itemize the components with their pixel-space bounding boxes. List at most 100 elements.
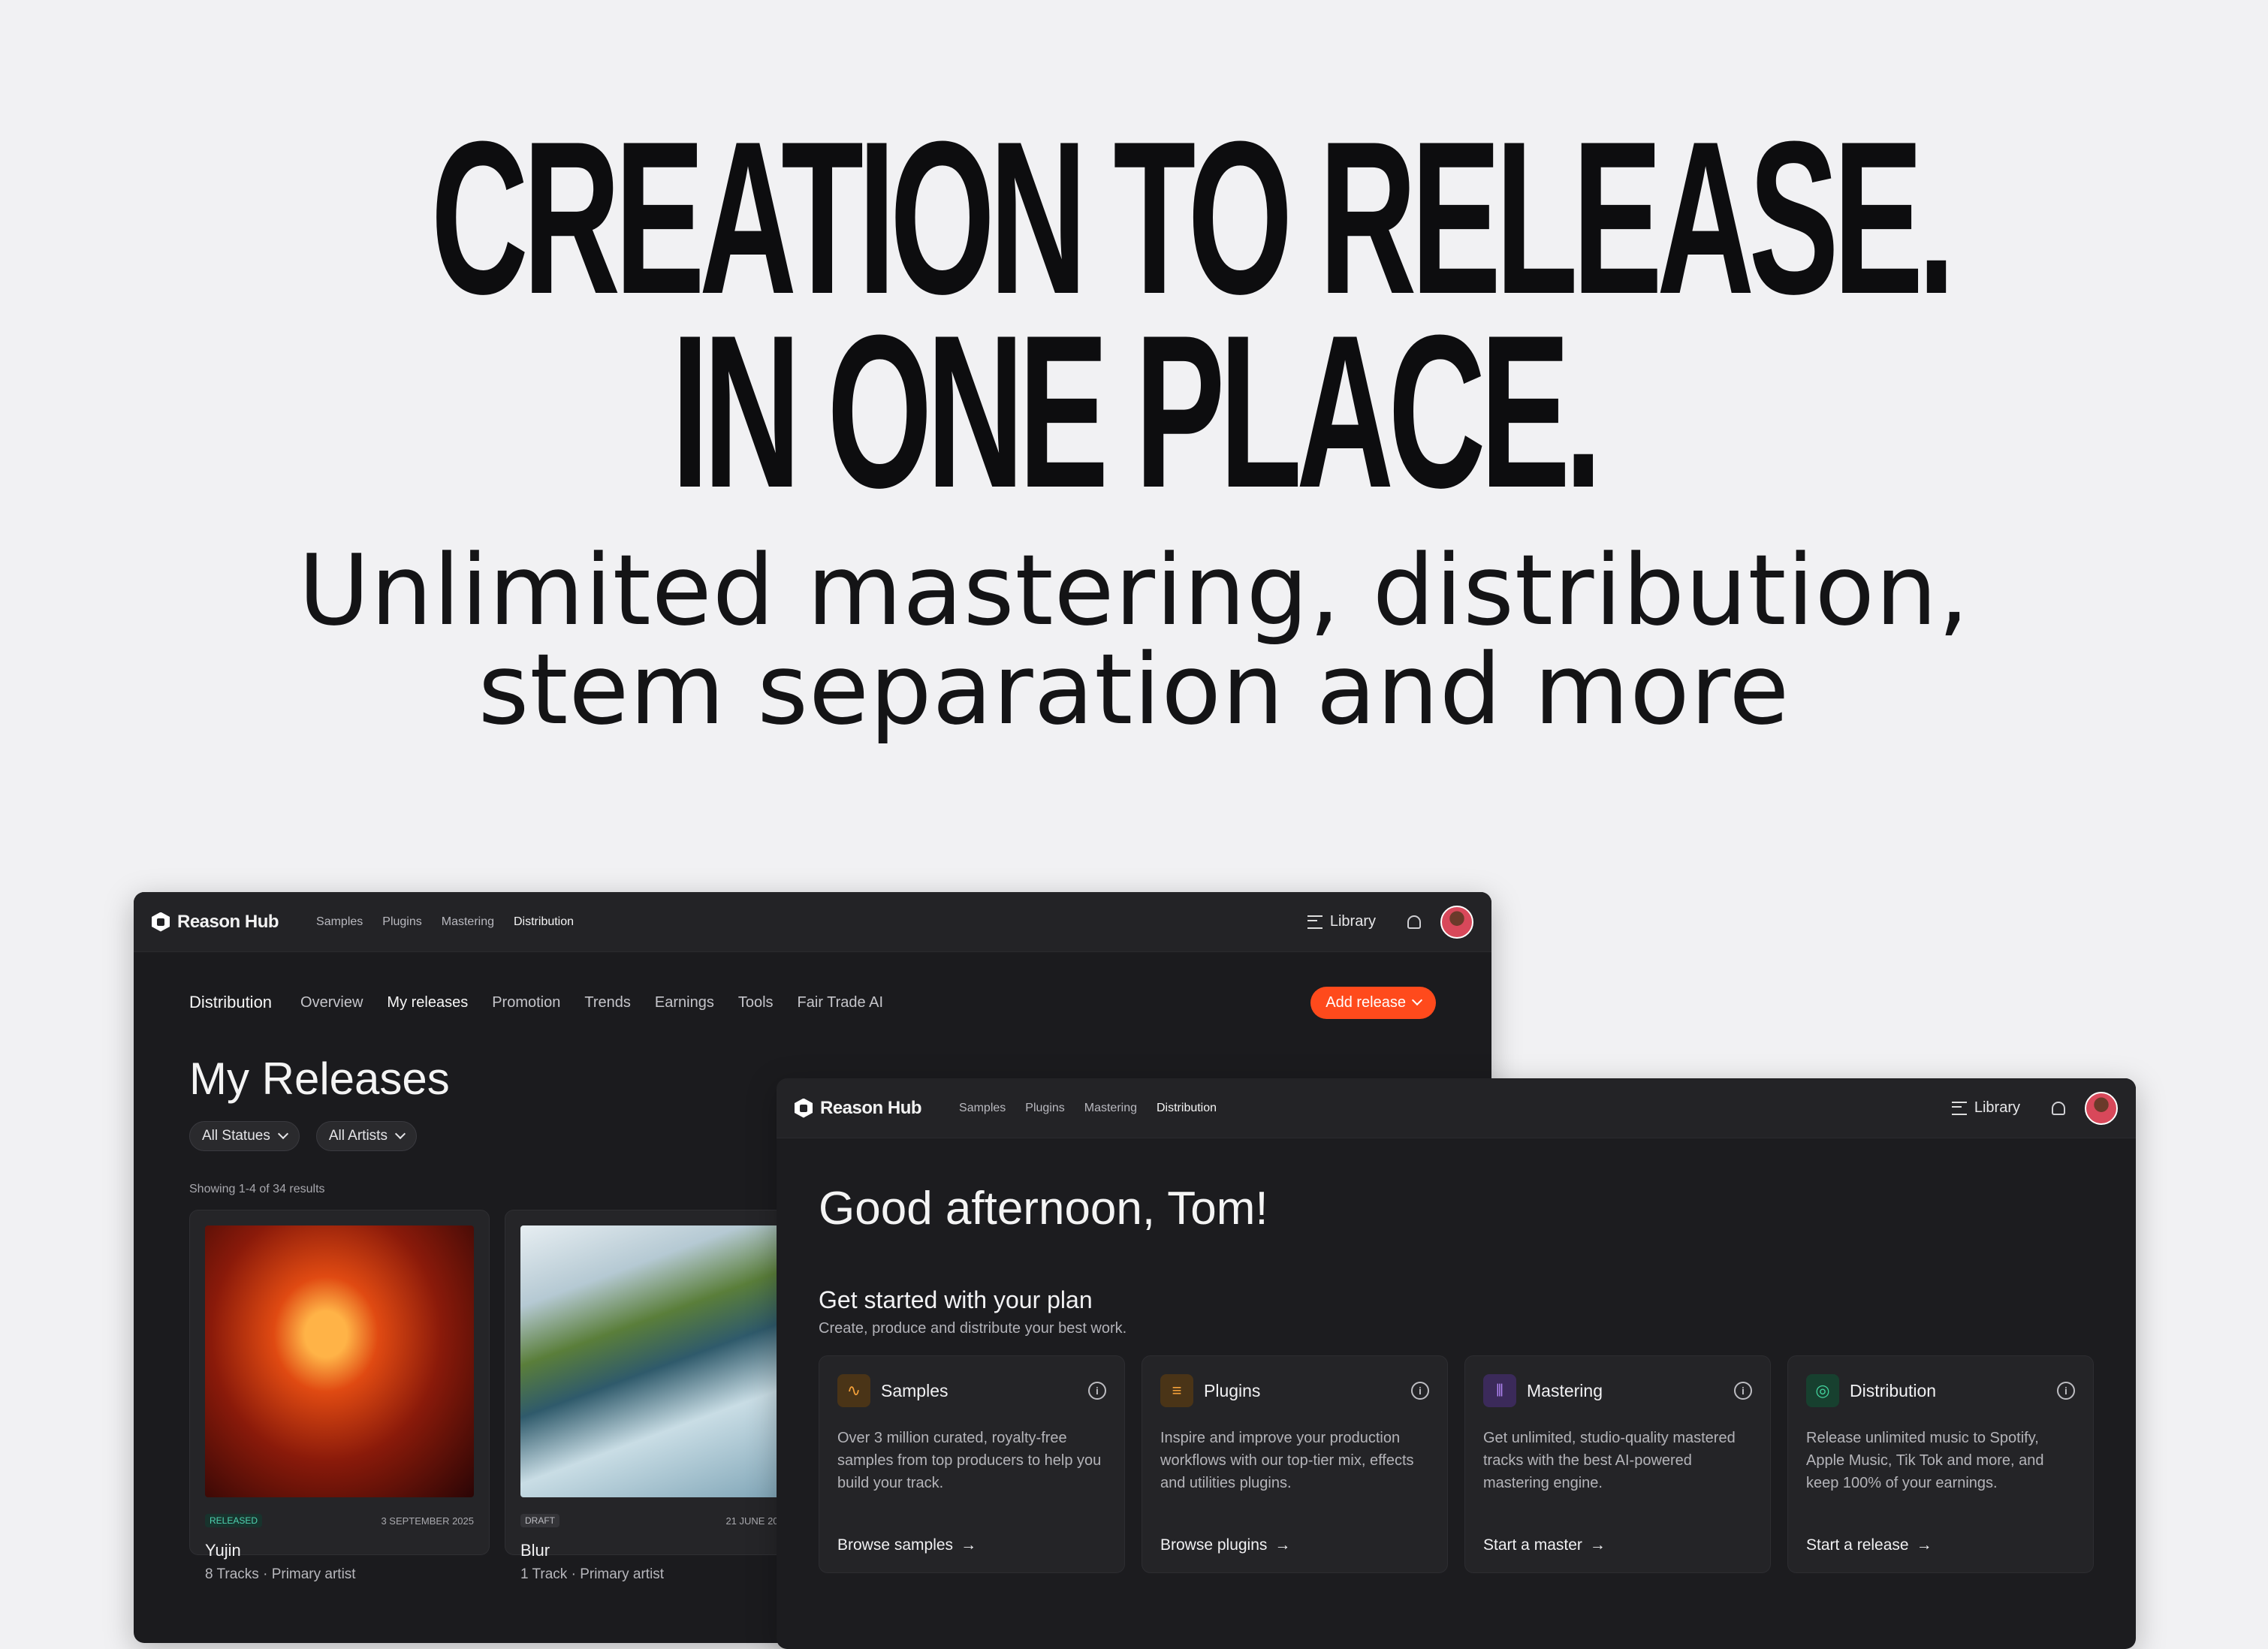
tab-fair-trade-ai[interactable]: Fair Trade AI xyxy=(798,994,884,1011)
feature-cards: ∿ Samples i Over 3 million curated, roya… xyxy=(819,1355,2136,1573)
topnav-samples[interactable]: Samples xyxy=(316,915,363,929)
browse-plugins-link[interactable]: Browse plugins → xyxy=(1160,1536,1290,1554)
topnav-distribution[interactable]: Distribution xyxy=(1157,1102,1217,1115)
brand-logo[interactable]: Reason Hub xyxy=(152,912,279,933)
hero-subhead: Unlimited mastering, distribution, stem … xyxy=(0,541,2268,739)
add-release-button[interactable]: Add release xyxy=(1310,986,1436,1019)
feature-name: Samples xyxy=(881,1380,949,1400)
arrow-right-icon: → xyxy=(1274,1536,1291,1554)
top-nav: Samples Plugins Mastering Distribution xyxy=(959,1102,1217,1115)
tab-earnings[interactable]: Earnings xyxy=(655,994,714,1011)
feature-description: Get unlimited, studio-quality mastered t… xyxy=(1483,1430,1736,1491)
info-icon[interactable]: i xyxy=(1088,1382,1106,1400)
bell-icon[interactable] xyxy=(1407,915,1421,929)
start-release-link[interactable]: Start a release → xyxy=(1806,1536,1932,1554)
plan-title: Get started with your plan xyxy=(819,1286,1093,1313)
feature-link-label: Start a release xyxy=(1806,1536,1909,1554)
sliders-icon: ≡ xyxy=(1160,1374,1193,1407)
top-nav: Samples Plugins Mastering Distribution xyxy=(316,915,574,929)
library-icon xyxy=(1307,915,1322,929)
topnav-mastering[interactable]: Mastering xyxy=(442,915,494,929)
library-button[interactable]: Library xyxy=(1951,1099,2020,1117)
release-artwork xyxy=(520,1225,789,1497)
status-filter[interactable]: All Statues xyxy=(189,1121,300,1151)
topnav-distribution[interactable]: Distribution xyxy=(514,915,574,929)
feature-link-label: Browse plugins xyxy=(1160,1536,1268,1554)
feature-name: Mastering xyxy=(1527,1380,1603,1400)
topnav-plugins[interactable]: Plugins xyxy=(382,915,421,929)
feature-card-distribution[interactable]: ◎ Distribution i Release unlimited music… xyxy=(1787,1355,2094,1573)
artist-filter-label: All Artists xyxy=(328,1128,388,1144)
release-card[interactable]: DRAFT 21 JUNE 2025 Blur 1 Track · Primar… xyxy=(505,1210,805,1582)
release-subtitle: 1 Track · Primary artist xyxy=(520,1566,789,1583)
feature-description: Inspire and improve your production work… xyxy=(1160,1430,1414,1491)
bell-icon[interactable] xyxy=(2052,1101,2065,1115)
release-role: Primary artist xyxy=(580,1566,665,1582)
hero-headline: CREATION TO RELEASE. xyxy=(0,96,2268,339)
add-release-label: Add release xyxy=(1326,993,1406,1011)
feature-description: Over 3 million curated, royalty-free sam… xyxy=(837,1430,1102,1491)
topnav-samples[interactable]: Samples xyxy=(959,1102,1006,1115)
brand-name: Reason Hub xyxy=(820,1097,922,1118)
hero-headline-2: IN ONE PLACE. xyxy=(0,290,2268,533)
feature-card-plugins[interactable]: ≡ Plugins i Inspire and improve your pro… xyxy=(1142,1355,1448,1573)
release-title: Blur xyxy=(520,1541,550,1560)
release-artwork xyxy=(205,1225,474,1497)
hero-headline-line-1: CREATION TO RELEASE. xyxy=(430,96,1956,339)
tab-promotion[interactable]: Promotion xyxy=(492,994,560,1011)
top-bar: Reason Hub Samples Plugins Mastering Dis… xyxy=(777,1078,2136,1138)
arrow-right-icon: → xyxy=(1589,1536,1606,1554)
tab-overview[interactable]: Overview xyxy=(300,994,363,1011)
plan-subtitle: Create, produce and distribute your best… xyxy=(819,1320,1127,1337)
status-badge: DRAFT xyxy=(520,1514,559,1527)
feature-card-mastering[interactable]: ⦀ Mastering i Get unlimited, studio-qual… xyxy=(1464,1355,1771,1573)
greeting: Good afternoon, Tom! xyxy=(819,1183,1268,1234)
artist-filter[interactable]: All Artists xyxy=(315,1121,417,1151)
feature-description: Release unlimited music to Spotify, Appl… xyxy=(1806,1430,2044,1491)
feature-name: Distribution xyxy=(1850,1380,1937,1400)
status-filter-label: All Statues xyxy=(202,1128,270,1144)
chevron-down-icon xyxy=(394,1128,406,1140)
hero-subhead-line-1: Unlimited mastering, distribution, xyxy=(298,533,1970,647)
release-card[interactable]: RELEASED 3 SEPTEMBER 2025 Yujin 8 Tracks… xyxy=(189,1210,490,1582)
feature-card-samples[interactable]: ∿ Samples i Over 3 million curated, roya… xyxy=(819,1355,1125,1573)
arrow-right-icon: → xyxy=(1916,1536,1932,1554)
tab-tools[interactable]: Tools xyxy=(738,994,774,1011)
release-role: Primary artist xyxy=(271,1566,356,1582)
subnav-section-title[interactable]: Distribution xyxy=(189,993,272,1012)
library-label: Library xyxy=(1329,913,1376,930)
library-label: Library xyxy=(1974,1099,2020,1116)
browse-samples-link[interactable]: Browse samples → xyxy=(837,1536,976,1554)
status-badge: RELEASED xyxy=(205,1514,263,1527)
avatar[interactable] xyxy=(1440,905,1473,939)
arrow-right-icon: → xyxy=(961,1536,977,1554)
start-master-link[interactable]: Start a master → xyxy=(1483,1536,1606,1554)
info-icon[interactable]: i xyxy=(1411,1382,1429,1400)
library-button[interactable]: Library xyxy=(1307,913,1376,930)
brand-name: Reason Hub xyxy=(177,911,279,932)
release-subtitle: 8 Tracks · Primary artist xyxy=(205,1566,474,1583)
tab-trends[interactable]: Trends xyxy=(584,994,631,1011)
release-title: Yujin xyxy=(205,1541,241,1560)
info-icon[interactable]: i xyxy=(1734,1382,1752,1400)
feature-link-label: Start a master xyxy=(1483,1536,1582,1554)
feature-name: Plugins xyxy=(1204,1380,1261,1400)
topnav-mastering[interactable]: Mastering xyxy=(1084,1102,1137,1115)
chevron-down-icon xyxy=(1411,994,1423,1006)
waveform-pulse-icon: ∿ xyxy=(837,1374,870,1407)
globe-share-icon: ◎ xyxy=(1806,1374,1839,1407)
reason-hub-logo-icon xyxy=(795,1098,813,1118)
brand-logo[interactable]: Reason Hub xyxy=(795,1097,922,1119)
distribution-subnav: Distribution Overview My releases Promot… xyxy=(134,952,1491,1053)
chevron-down-icon xyxy=(277,1128,288,1140)
top-bar: Reason Hub Samples Plugins Mastering Dis… xyxy=(134,892,1491,952)
library-icon xyxy=(1951,1101,1967,1115)
topnav-plugins[interactable]: Plugins xyxy=(1025,1102,1064,1115)
hero-headline-line-2: IN ONE PLACE. xyxy=(671,290,1602,533)
hero-subhead-line-2: stem separation and more xyxy=(478,632,1790,746)
release-tracks: 1 Track · xyxy=(520,1566,576,1582)
tab-my-releases[interactable]: My releases xyxy=(387,994,468,1011)
avatar[interactable] xyxy=(2085,1091,2118,1125)
info-icon[interactable]: i xyxy=(2057,1382,2075,1400)
feature-link-label: Browse samples xyxy=(837,1536,954,1554)
